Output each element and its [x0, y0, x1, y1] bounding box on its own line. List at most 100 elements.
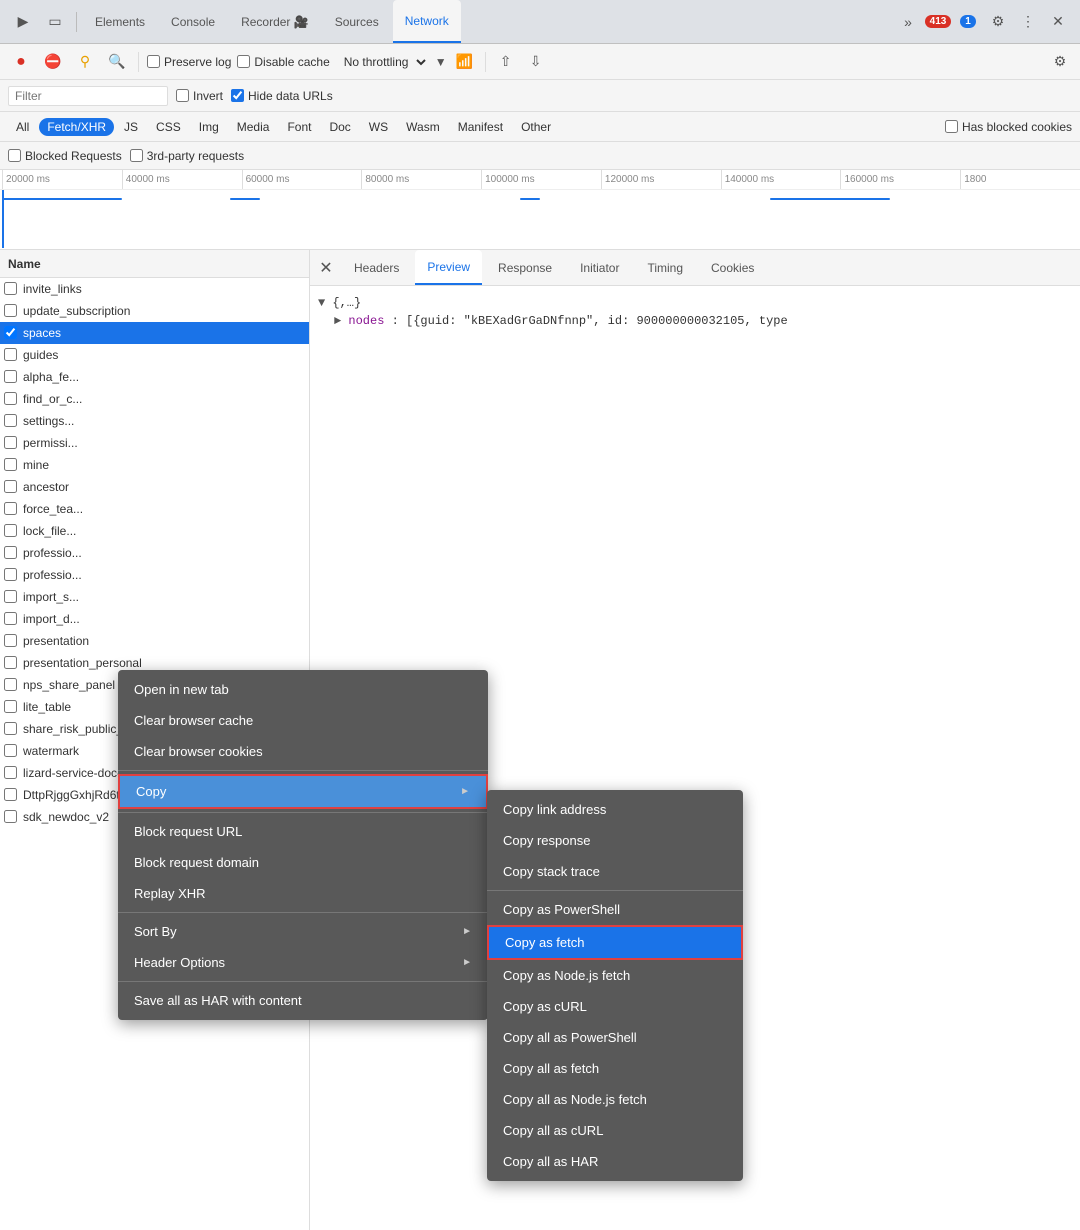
- sub-copy-curl[interactable]: Copy as cURL: [487, 991, 743, 1022]
- type-wasm[interactable]: Wasm: [398, 118, 448, 136]
- ctx-replay-xhr[interactable]: Replay XHR: [118, 878, 488, 909]
- toolbar-separator-2: [485, 52, 486, 72]
- disable-cache-checkbox[interactable]: Disable cache: [237, 55, 329, 69]
- ctx-sort-by[interactable]: Sort By ►: [118, 916, 488, 947]
- blocked-requests-checkbox[interactable]: Blocked Requests: [8, 149, 122, 163]
- copy-submenu: Copy link address Copy response Copy sta…: [487, 790, 743, 1181]
- tab-headers[interactable]: Headers: [342, 250, 411, 285]
- sub-copy-all-fetch[interactable]: Copy all as fetch: [487, 1053, 743, 1084]
- network-item-ancestor[interactable]: ancestor: [0, 476, 309, 498]
- invert-checkbox[interactable]: Invert: [176, 89, 223, 103]
- filter-icon[interactable]: ⚲: [72, 49, 98, 75]
- network-item[interactable]: import_d...: [0, 608, 309, 630]
- throttle-select[interactable]: No throttling: [336, 52, 429, 72]
- network-item[interactable]: settings...: [0, 410, 309, 432]
- sub-copy-all-har[interactable]: Copy all as HAR: [487, 1146, 743, 1177]
- ctx-clear-cache[interactable]: Clear browser cache: [118, 705, 488, 736]
- network-item[interactable]: professio...: [0, 564, 309, 586]
- sub-copy-all-curl[interactable]: Copy all as cURL: [487, 1115, 743, 1146]
- sub-copy-all-nodejs-fetch[interactable]: Copy all as Node.js fetch: [487, 1084, 743, 1115]
- device-icon[interactable]: ▭: [40, 7, 70, 37]
- network-item[interactable]: professio...: [0, 542, 309, 564]
- network-item[interactable]: alpha_fe...: [0, 366, 309, 388]
- ctx-block-domain[interactable]: Block request domain: [118, 847, 488, 878]
- blocked-cookies-checkbox[interactable]: Has blocked cookies: [945, 120, 1072, 134]
- network-item[interactable]: find_or_c...: [0, 388, 309, 410]
- ctx-header-options[interactable]: Header Options ►: [118, 947, 488, 978]
- ctx-copy[interactable]: Copy ►: [118, 774, 488, 809]
- network-item[interactable]: import_s...: [0, 586, 309, 608]
- ctx-header-arrow: ►: [462, 957, 472, 968]
- type-fetch-xhr[interactable]: Fetch/XHR: [39, 118, 114, 136]
- tab-sources[interactable]: Sources: [323, 0, 391, 43]
- type-css[interactable]: CSS: [148, 118, 189, 136]
- preserve-log-checkbox[interactable]: Preserve log: [147, 55, 231, 69]
- type-font[interactable]: Font: [279, 118, 319, 136]
- timeline-bar-4: [770, 198, 890, 200]
- type-js[interactable]: JS: [116, 118, 146, 136]
- network-item[interactable]: invite_links: [0, 278, 309, 300]
- tab-timing[interactable]: Timing: [635, 250, 695, 285]
- stop-button[interactable]: ⛔: [40, 49, 66, 75]
- type-doc[interactable]: Doc: [321, 118, 358, 136]
- sub-copy-stack-trace[interactable]: Copy stack trace: [487, 856, 743, 887]
- sub-sep-1: [487, 890, 743, 891]
- tab-network[interactable]: Network: [393, 0, 461, 43]
- network-item[interactable]: mine: [0, 454, 309, 476]
- settings-icon[interactable]: ⚙: [984, 8, 1012, 36]
- ctx-clear-cookies[interactable]: Clear browser cookies: [118, 736, 488, 767]
- cursor-icon[interactable]: ▶: [8, 7, 38, 37]
- close-icon[interactable]: ✕: [1044, 8, 1072, 36]
- third-party-checkbox[interactable]: 3rd-party requests: [130, 149, 244, 163]
- info-badge[interactable]: 1: [954, 8, 982, 36]
- sub-copy-all-powershell[interactable]: Copy all as PowerShell: [487, 1022, 743, 1053]
- search-icon[interactable]: 🔍: [104, 49, 130, 75]
- network-item[interactable]: lock_file...: [0, 520, 309, 542]
- network-item[interactable]: force_tea...: [0, 498, 309, 520]
- more-tabs-button[interactable]: »: [894, 8, 922, 36]
- sub-copy-link-address[interactable]: Copy link address: [487, 794, 743, 825]
- type-other[interactable]: Other: [513, 118, 559, 136]
- toolbar-settings-icon[interactable]: ⚙: [1048, 50, 1072, 74]
- tab-response[interactable]: Response: [486, 250, 564, 285]
- wifi-icon[interactable]: 📶: [453, 50, 477, 74]
- upload-icon[interactable]: ⇧: [494, 50, 518, 74]
- ctx-block-url[interactable]: Block request URL: [118, 816, 488, 847]
- filter-input[interactable]: [8, 86, 168, 106]
- type-all[interactable]: All: [8, 118, 37, 136]
- ctx-sep-4: [118, 981, 488, 982]
- network-item-spaces[interactable]: spaces: [0, 322, 309, 344]
- network-item[interactable]: permissi...: [0, 432, 309, 454]
- tab-initiator[interactable]: Initiator: [568, 250, 631, 285]
- type-manifest[interactable]: Manifest: [450, 118, 511, 136]
- sub-copy-response[interactable]: Copy response: [487, 825, 743, 856]
- panel-close-button[interactable]: ✕: [314, 256, 338, 280]
- context-menu: Open in new tab Clear browser cache Clea…: [118, 670, 488, 1020]
- download-icon[interactable]: ⇩: [524, 50, 548, 74]
- more-options-icon[interactable]: ⋮: [1014, 8, 1042, 36]
- record-button[interactable]: ●: [8, 49, 34, 75]
- type-img[interactable]: Img: [191, 118, 227, 136]
- network-item[interactable]: update_subscription: [0, 300, 309, 322]
- sub-copy-nodejs-fetch[interactable]: Copy as Node.js fetch: [487, 960, 743, 991]
- tab-console[interactable]: Console: [159, 0, 227, 43]
- timeline: 20000 ms 40000 ms 60000 ms 80000 ms 1000…: [0, 170, 1080, 250]
- ctx-save-har[interactable]: Save all as HAR with content: [118, 985, 488, 1016]
- error-badge[interactable]: 413: [924, 8, 952, 36]
- request-options-bar: Blocked Requests 3rd-party requests: [0, 142, 1080, 170]
- ctx-sep-2: [118, 812, 488, 813]
- sub-copy-powershell[interactable]: Copy as PowerShell: [487, 894, 743, 925]
- devtools-tab-bar: ▶ ▭ Elements Console Recorder 🎥 Sources …: [0, 0, 1080, 44]
- network-item[interactable]: guides: [0, 344, 309, 366]
- network-item[interactable]: presentation: [0, 630, 309, 652]
- ctx-open-new-tab[interactable]: Open in new tab: [118, 674, 488, 705]
- hide-data-urls-checkbox[interactable]: Hide data URLs: [231, 89, 333, 103]
- tick-4: 80000 ms: [361, 170, 481, 189]
- tab-preview[interactable]: Preview: [415, 250, 482, 285]
- tab-recorder[interactable]: Recorder 🎥: [229, 0, 321, 43]
- sub-copy-as-fetch[interactable]: Copy as fetch: [487, 925, 743, 960]
- type-ws[interactable]: WS: [361, 118, 396, 136]
- type-media[interactable]: Media: [229, 118, 278, 136]
- tab-elements[interactable]: Elements: [83, 0, 157, 43]
- tab-cookies[interactable]: Cookies: [699, 250, 766, 285]
